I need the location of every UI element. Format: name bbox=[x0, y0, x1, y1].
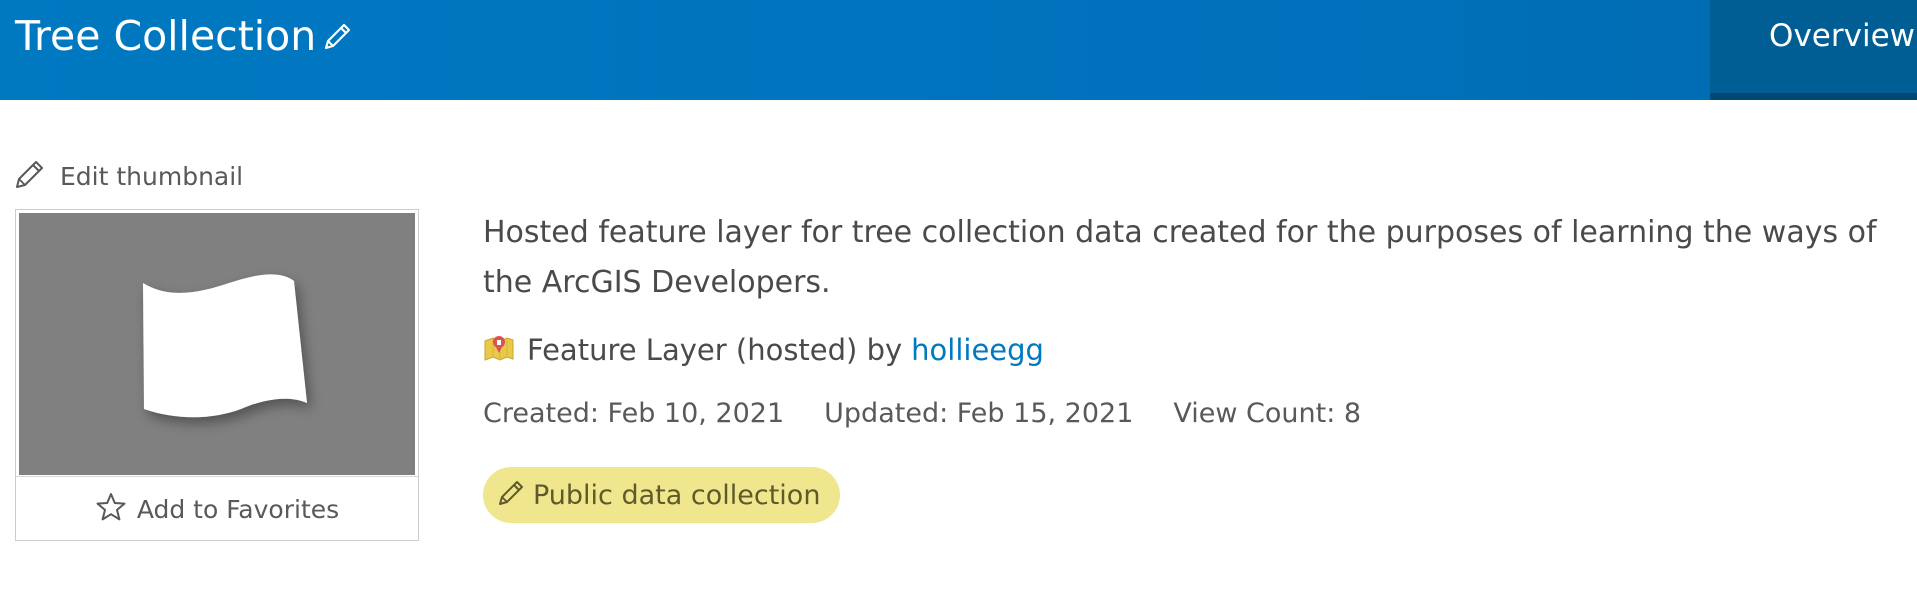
add-to-favorites-label: Add to Favorites bbox=[136, 494, 340, 524]
add-to-favorites-button[interactable]: Add to Favorites bbox=[16, 476, 418, 541]
updated-date: Updated: Feb 15, 2021 bbox=[824, 398, 1134, 429]
item-type-text: Feature Layer (hosted) by bbox=[527, 333, 903, 367]
item-metadata: Created: Feb 10, 2021 Updated: Feb 15, 2… bbox=[483, 398, 1401, 429]
item-description: Hosted feature layer for tree collection… bbox=[483, 215, 1877, 300]
tab-overview[interactable]: Overview bbox=[1710, 0, 1917, 100]
tab-overview-label: Overview bbox=[1769, 18, 1915, 54]
pencil-icon bbox=[497, 477, 527, 514]
feature-layer-icon bbox=[483, 331, 515, 370]
star-icon bbox=[95, 491, 127, 527]
badge-label: Public data collection bbox=[533, 479, 821, 511]
owner-link[interactable]: hollieegg bbox=[911, 333, 1044, 367]
pencil-icon bbox=[14, 158, 46, 194]
public-data-collection-badge[interactable]: Public data collection bbox=[483, 467, 841, 523]
thumbnail-card: Add to Favorites bbox=[15, 209, 419, 541]
item-thumbnail-image bbox=[19, 213, 415, 475]
page-title: Tree Collection bbox=[15, 12, 317, 60]
item-type-line: Feature Layer (hosted) by hollieegg bbox=[483, 330, 1044, 370]
created-date: Created: Feb 10, 2021 bbox=[483, 398, 785, 429]
active-tab-indicator bbox=[1710, 93, 1917, 100]
app-header: Tree Collection Overview bbox=[0, 0, 1917, 100]
edit-thumbnail-button[interactable]: Edit thumbnail bbox=[14, 158, 243, 194]
view-count: View Count: 8 bbox=[1173, 398, 1362, 429]
edit-title-pencil-icon[interactable] bbox=[320, 20, 354, 54]
edit-thumbnail-label: Edit thumbnail bbox=[60, 161, 244, 191]
